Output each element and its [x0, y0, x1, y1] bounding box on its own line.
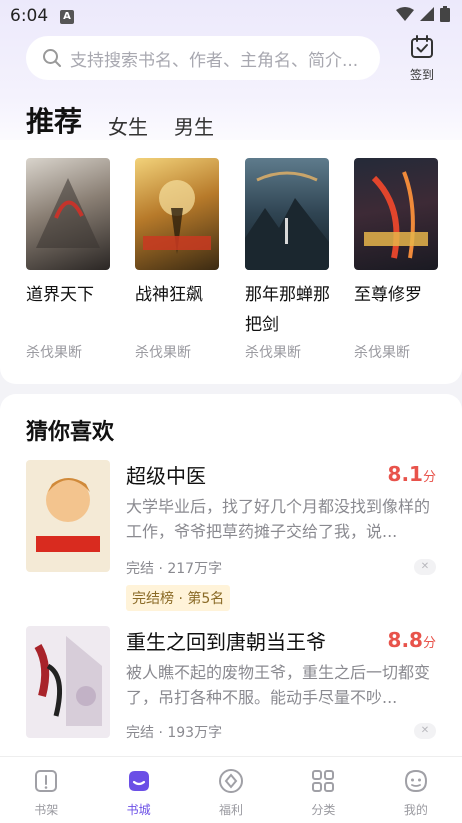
score-value: 8.1 — [387, 462, 423, 486]
wifi-icon — [396, 7, 414, 21]
book-cover — [135, 158, 219, 270]
section-title: 猜你喜欢 — [26, 420, 115, 445]
book-cover — [354, 158, 438, 270]
book-meta: 完结 · 217万字 — [126, 561, 223, 577]
book-cover-art — [143, 180, 211, 254]
search-placeholder: 支持搜索书名、作者、主角名、简介... — [70, 50, 359, 71]
status-icons — [396, 6, 450, 22]
status-bar: 6:04 A — [0, 0, 462, 32]
recommend-book[interactable]: 那年那蝉那把剑 — [245, 158, 331, 340]
nav-category[interactable]: 分类 — [277, 757, 369, 823]
recommend-book[interactable]: 战神狂飙 — [135, 158, 221, 310]
book-description: 被人瞧不起的废物王爷，重生之后一切都变了，吊打各种不服。能动手尽量不吵... — [126, 663, 431, 707]
nav-bookshelf[interactable]: 书架 — [0, 757, 92, 823]
status-time: 6:04 — [10, 6, 49, 26]
book-score: 8.8分 — [388, 628, 436, 652]
book-title: 重生之回到唐朝当王爷 — [126, 630, 326, 654]
checkin-button[interactable]: 签到 — [404, 34, 440, 83]
bottom-navigation: 书架 书城 福利 分类 我的 — [0, 756, 462, 823]
book-description: 大学毕业后，找了好几个月都没找到像样的工作，爷爷把草药摊子交给了我，说... — [126, 497, 431, 541]
checkin-label: 签到 — [409, 68, 434, 82]
tab-recommend[interactable]: 推荐 — [26, 100, 83, 152]
nav-label: 书城 — [126, 803, 151, 817]
list-item[interactable]: 重生之回到唐朝当王爷 8.8分 被人瞧不起的废物王爷，重生之后一切都变了，吊打各… — [0, 626, 462, 756]
recommend-book[interactable]: 道界天下 — [26, 158, 112, 310]
book-author: 杀伐果断 — [354, 345, 410, 361]
book-cover-art — [245, 171, 329, 270]
bookshelf-icon — [35, 770, 58, 792]
battery-icon — [440, 6, 450, 22]
book-cover — [26, 460, 110, 572]
close-icon: ✕ — [420, 561, 430, 572]
notification-icon: A — [60, 10, 74, 24]
bookstore-icon — [128, 771, 149, 791]
tab-female-label: 女生 — [108, 115, 149, 139]
tab-male[interactable]: 男生 — [174, 111, 214, 140]
book-cover-art — [26, 626, 110, 738]
book-cover — [26, 626, 110, 738]
signal-icon — [420, 7, 434, 21]
recommend-section: 道界天下 杀伐果断 战神狂飙 杀伐果断 那年那蝉那把剑 杀伐果断 至尊修罗 杀伐… — [0, 140, 462, 384]
book-cover — [245, 158, 329, 270]
nav-welfare[interactable]: 福利 — [185, 757, 277, 823]
book-author: 杀伐果断 — [26, 345, 82, 361]
score-unit: 分 — [422, 636, 436, 651]
rank-badge: 完结榜 · 第5名 — [126, 585, 231, 611]
book-cover-art — [364, 171, 428, 259]
book-cover-art — [36, 178, 100, 248]
book-title: 那年那蝉那把剑 — [245, 285, 330, 335]
tab-female[interactable]: 女生 — [108, 111, 148, 140]
book-title: 超级中医 — [126, 464, 206, 488]
list-item[interactable]: 超级中医 8.1分 大学毕业后，找了好几个月都没找到像样的工作，爷爷把草药摊子交… — [0, 460, 462, 616]
nav-label: 分类 — [311, 803, 336, 817]
nav-profile[interactable]: 我的 — [370, 757, 462, 823]
dismiss-button[interactable]: ✕ — [414, 559, 436, 575]
calendar-check-icon — [411, 35, 433, 58]
category-tabs: 推荐 女生 男生 — [26, 96, 240, 152]
category-icon — [312, 770, 335, 792]
score-unit: 分 — [422, 470, 436, 485]
book-author: 杀伐果断 — [135, 345, 191, 361]
book-cover — [26, 158, 110, 270]
score-value: 8.8 — [387, 628, 423, 652]
book-author: 杀伐果断 — [245, 345, 301, 361]
book-title: 至尊修罗 — [354, 285, 422, 305]
tab-male-label: 男生 — [174, 115, 215, 139]
book-cover-art — [26, 460, 110, 572]
search-icon — [43, 49, 61, 67]
nav-bookstore[interactable]: 书城 — [92, 757, 184, 823]
book-score: 8.1分 — [388, 462, 436, 486]
tab-recommend-label: 推荐 — [26, 105, 83, 138]
profile-icon — [404, 769, 427, 793]
recommend-book[interactable]: 至尊修罗 — [354, 158, 440, 310]
book-title: 战神狂飙 — [135, 285, 203, 305]
search-input[interactable]: 支持搜索书名、作者、主角名、简介... — [26, 36, 380, 80]
guess-you-like-section: 猜你喜欢 超级中医 8.1分 大学毕业后，找了好几个月都没找到像样的工作，爷爷把… — [0, 394, 462, 756]
nav-label: 书架 — [34, 803, 59, 817]
nav-label: 福利 — [219, 803, 244, 817]
welfare-icon — [219, 769, 244, 793]
dismiss-button[interactable]: ✕ — [414, 723, 436, 739]
close-icon: ✕ — [420, 725, 430, 736]
book-meta: 完结 · 193万字 — [126, 725, 223, 741]
book-title: 道界天下 — [26, 285, 94, 305]
nav-label: 我的 — [403, 803, 428, 817]
